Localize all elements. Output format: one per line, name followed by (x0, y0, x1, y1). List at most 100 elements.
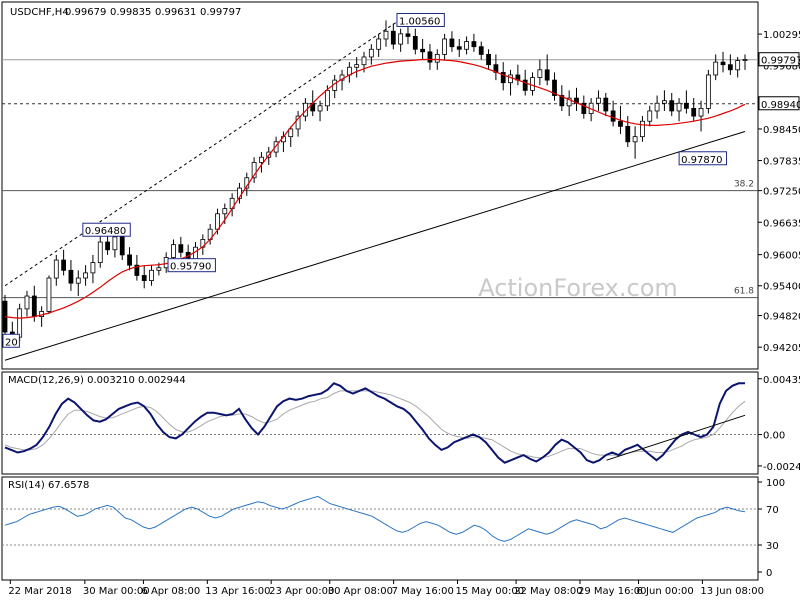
candle-body (618, 120, 623, 127)
candle-body (486, 54, 491, 66)
fib-label: 61.8 (734, 287, 754, 297)
candle-body (456, 46, 462, 50)
level-price-label: 0.98940 (761, 100, 800, 111)
rsi-tick-label: 0 (766, 568, 772, 579)
candle-body (662, 100, 667, 104)
candle-body (24, 295, 30, 310)
candle-body (75, 277, 81, 284)
candle-body (288, 128, 294, 138)
candle-body (713, 61, 719, 76)
candle-body (105, 241, 110, 251)
forex-chart: ActionForex.com 38.2 61.8 1.00560 0.96480 0… (0, 0, 800, 600)
candle-body (405, 33, 411, 37)
price-tick-label: 1.00295 (763, 30, 800, 41)
candle-body (354, 64, 360, 68)
candle-body (596, 97, 601, 104)
x-tick-label: 30 Apr 08:00 (328, 586, 393, 597)
price-tick-label: 0.95400 (763, 282, 800, 293)
candle-body (683, 102, 689, 109)
candle-body (361, 56, 367, 66)
annotation-label: 0.97870 (681, 155, 722, 166)
rsi-tick-label: 30 (766, 541, 779, 552)
rsi-line (4, 495, 746, 542)
candle-body (691, 107, 697, 117)
candle-body (632, 136, 638, 143)
x-tick-label: 30 Mar 00:00 (83, 586, 150, 597)
price-tick-label: 0.94820 (763, 312, 800, 323)
candle-body (61, 259, 67, 271)
candle-body (530, 77, 535, 91)
chart-header-open: 0.99679 (65, 7, 106, 18)
x-tick-label: 13 Jun 08:00 (700, 586, 764, 597)
candle-body (46, 277, 52, 312)
price-tick-label: 0.98450 (763, 125, 800, 136)
rsi-label: RSI(14) 67.6578 (8, 480, 89, 491)
candle-body (508, 74, 513, 84)
price-tick-label: 0.97835 (763, 157, 800, 168)
price-tick-label: 0.94205 (763, 343, 800, 354)
candle-body (383, 30, 389, 40)
annotation-label: 0.95790 (170, 262, 211, 273)
rsi-tick-label: 70 (766, 505, 779, 516)
candle-body (259, 156, 264, 163)
candle-body (317, 105, 323, 112)
annotation-label: 20 (5, 337, 18, 348)
candle-body (68, 269, 74, 284)
candle-body (171, 244, 176, 258)
macd-label: MACD(12,26,9) 0.003210 0.002944 (8, 375, 186, 386)
candle-body (97, 241, 103, 264)
candle-body (676, 102, 682, 112)
candle-body (215, 213, 220, 230)
chart-header-low: 0.99631 (155, 7, 196, 18)
x-tick-label: 22 Mar 2018 (8, 586, 71, 597)
candle-body (603, 97, 609, 112)
x-tick-label: 6 Jun 00:00 (637, 586, 694, 597)
chart-header-symbol: USDCHF,H4 (10, 7, 69, 18)
candle-body (193, 246, 198, 261)
x-tick-label: 6 Apr 08:00 (141, 586, 200, 597)
chart-header-high: 0.99835 (110, 7, 151, 18)
price-tick-label: 0.96005 (763, 251, 800, 262)
macd-panel-frame (1, 371, 759, 475)
x-tick-label: 22 May 08:00 (514, 586, 583, 597)
candle-body (412, 36, 418, 50)
price-tick-label: 0.97250 (763, 187, 800, 198)
candle-body (324, 89, 330, 107)
candle-body (17, 308, 23, 338)
candle-body (368, 48, 374, 58)
macd-signal-line (4, 390, 746, 459)
candle-body (647, 110, 653, 122)
price-panel-frame (1, 1, 759, 370)
candle-body (464, 41, 469, 50)
candle-body (420, 48, 426, 53)
candle-body (471, 41, 477, 48)
candle-body (449, 38, 455, 48)
current-price-label: 0.99797 (761, 56, 800, 67)
candle-body (427, 51, 433, 63)
rsi-panel-frame (1, 476, 759, 581)
x-tick-label: 23 Apr 00:00 (269, 586, 334, 597)
candle-body (178, 244, 184, 253)
candle-body (735, 60, 741, 71)
candle-body (112, 236, 118, 251)
candle-body (727, 64, 733, 71)
candle-body (640, 120, 645, 138)
candle-body (119, 236, 125, 256)
macd-tick-label: 0.00 (763, 431, 785, 442)
candle-body (442, 38, 448, 55)
candle-body (83, 272, 88, 279)
candle-body (478, 46, 484, 55)
annotation-label: 0.96480 (85, 226, 126, 237)
candle-body (610, 110, 616, 122)
price-axis: 1.002950.996800.984500.978350.972500.966… (758, 30, 800, 354)
rsi-group: 100 70 30 0 (2, 478, 785, 579)
candle-body (398, 33, 404, 45)
candle-body (141, 275, 147, 282)
candle-body (127, 254, 132, 266)
price-tick-label: 0.96635 (763, 218, 800, 229)
candle-body (376, 38, 382, 50)
candle-body (434, 54, 440, 63)
candle-body (149, 269, 154, 282)
candle-body (720, 61, 726, 66)
x-axis: 22 Mar 2018 30 Mar 00:006 Apr 08:00 13 Apr… (8, 580, 764, 597)
